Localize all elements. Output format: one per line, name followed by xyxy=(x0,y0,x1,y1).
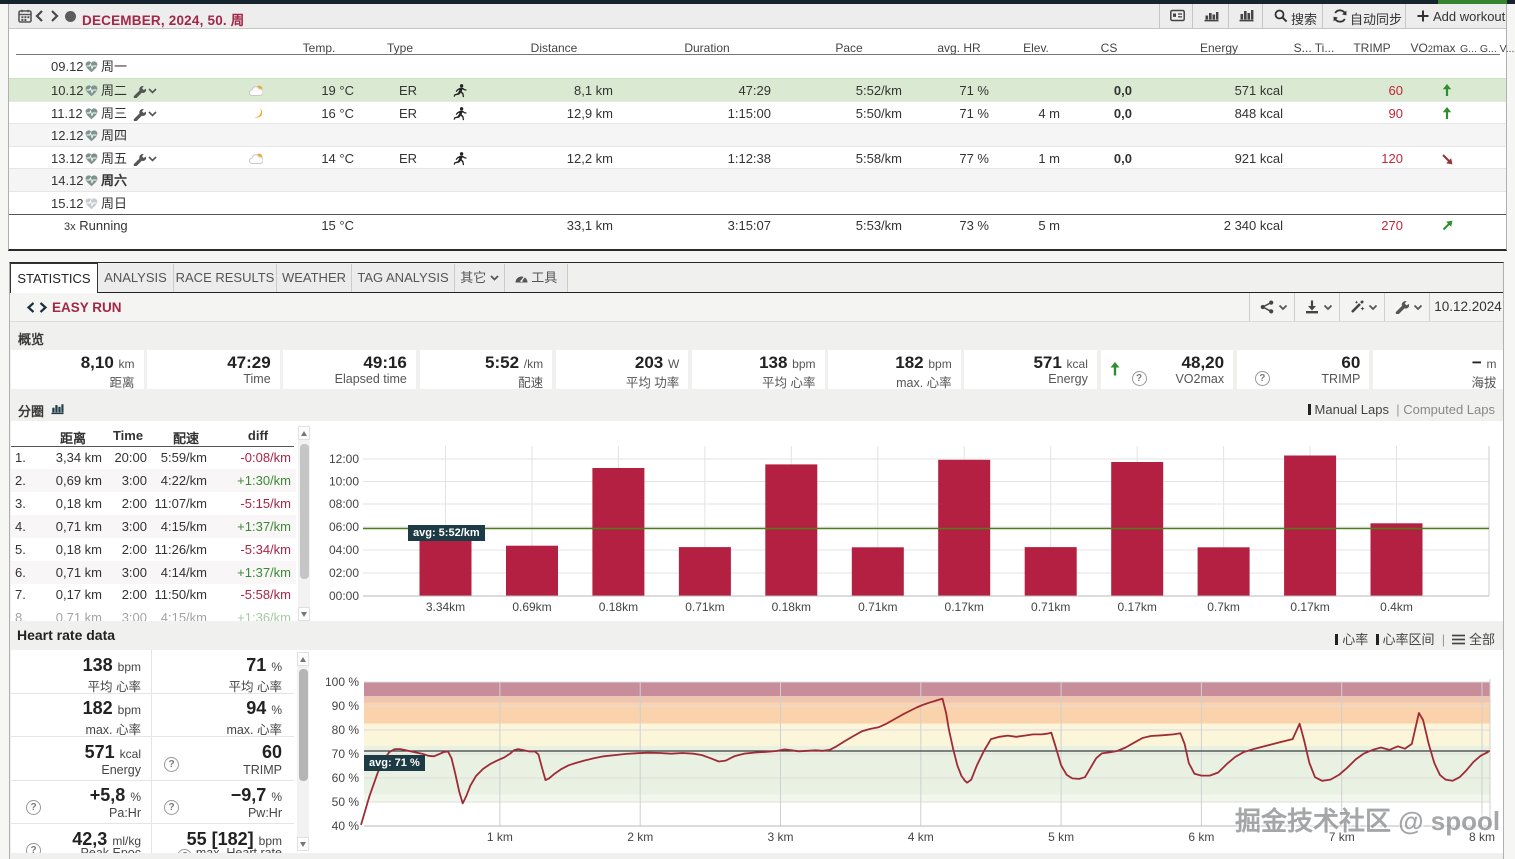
svg-text:70 %: 70 % xyxy=(332,747,360,761)
svg-text:1 km: 1 km xyxy=(487,830,513,844)
svg-text:0.17km: 0.17km xyxy=(1118,600,1157,614)
svg-text:0.7km: 0.7km xyxy=(1207,600,1240,614)
svg-text:5 km: 5 km xyxy=(1048,830,1074,844)
svg-text:0.17km: 0.17km xyxy=(1290,600,1329,614)
svg-text:0.71km: 0.71km xyxy=(685,600,724,614)
svg-text:50 %: 50 % xyxy=(332,795,360,809)
svg-text:0.18km: 0.18km xyxy=(599,600,638,614)
svg-text:100 %: 100 % xyxy=(325,675,359,689)
svg-text:06:00: 06:00 xyxy=(329,520,359,534)
svg-text:0.71km: 0.71km xyxy=(1031,600,1070,614)
svg-text:0.71km: 0.71km xyxy=(858,600,897,614)
svg-text:10:00: 10:00 xyxy=(329,475,359,489)
svg-text:40 %: 40 % xyxy=(332,819,360,833)
svg-text:02:00: 02:00 xyxy=(329,566,359,580)
svg-text:2 km: 2 km xyxy=(627,830,653,844)
svg-text:80 %: 80 % xyxy=(332,723,360,737)
svg-text:0.17km: 0.17km xyxy=(945,600,984,614)
svg-text:04:00: 04:00 xyxy=(329,543,359,557)
svg-text:0.4km: 0.4km xyxy=(1380,600,1413,614)
svg-text:3.34km: 3.34km xyxy=(426,600,465,614)
svg-text:00:00: 00:00 xyxy=(329,589,359,603)
svg-text:12:00: 12:00 xyxy=(329,452,359,466)
svg-text:3 km: 3 km xyxy=(767,830,793,844)
svg-text:08:00: 08:00 xyxy=(329,497,359,511)
svg-text:0.69km: 0.69km xyxy=(512,600,551,614)
svg-text:6 km: 6 km xyxy=(1188,830,1214,844)
svg-text:4 km: 4 km xyxy=(908,830,934,844)
svg-text:90 %: 90 % xyxy=(332,699,360,713)
svg-text:60 %: 60 % xyxy=(332,771,360,785)
svg-text:0.18km: 0.18km xyxy=(772,600,811,614)
